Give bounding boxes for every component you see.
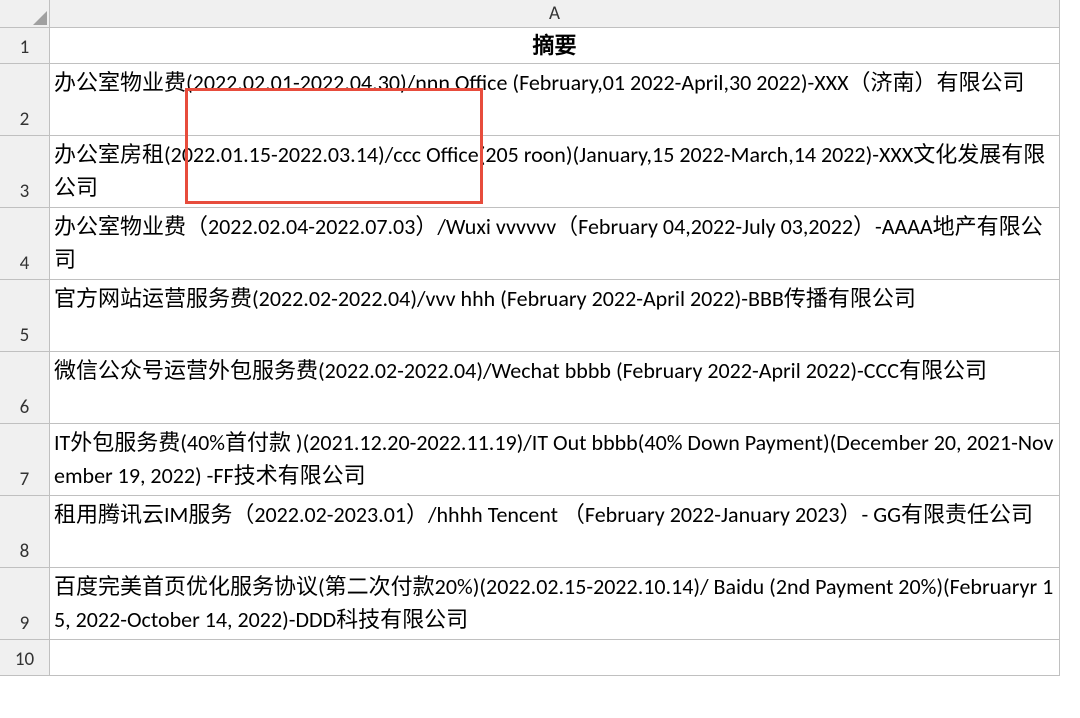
row-header[interactable]: 3 <box>0 136 50 208</box>
row-header[interactable]: 8 <box>0 496 50 568</box>
cell-A5[interactable]: 官方网站运营服务费(2022.02-2022.04)/vvv hhh (Febr… <box>50 280 1060 352</box>
cell-A9[interactable]: 百度完美首页优化服务协议(第二次付款20%)(2022.02.15-2022.1… <box>50 568 1060 640</box>
column-header-A[interactable]: A <box>50 0 1060 28</box>
row-header[interactable]: 2 <box>0 64 50 136</box>
row-header[interactable]: 6 <box>0 352 50 424</box>
cell-A1[interactable]: 摘要 <box>50 28 1060 64</box>
cell-A7[interactable]: IT外包服务费(40%首付款 )(2021.12.20-2022.11.19)/… <box>50 424 1060 496</box>
row-header[interactable]: 4 <box>0 208 50 280</box>
cell-A8[interactable]: 租用腾讯云IM服务（2022.02-2023.01）/hhhh Tencent … <box>50 496 1060 568</box>
spreadsheet-grid: A 1 摘要 2 办公室物业费(2022.02.01-2022.04.30)/n… <box>0 0 1080 676</box>
row-header[interactable]: 10 <box>0 640 50 676</box>
cell-A10[interactable] <box>50 640 1060 676</box>
cell-A2[interactable]: 办公室物业费(2022.02.01-2022.04.30)/nnn Office… <box>50 64 1060 136</box>
cell-A3[interactable]: 办公室房租(2022.01.15-2022.03.14)/ccc Office(… <box>50 136 1060 208</box>
row-header[interactable]: 7 <box>0 424 50 496</box>
row-header[interactable]: 9 <box>0 568 50 640</box>
row-header[interactable]: 1 <box>0 28 50 64</box>
cell-A6[interactable]: 微信公众号运营外包服务费(2022.02-2022.04)/Wechat bbb… <box>50 352 1060 424</box>
select-all-corner[interactable] <box>0 0 50 28</box>
row-header[interactable]: 5 <box>0 280 50 352</box>
cell-A4[interactable]: 办公室物业费（2022.02.04-2022.07.03）/Wuxi vvvvv… <box>50 208 1060 280</box>
